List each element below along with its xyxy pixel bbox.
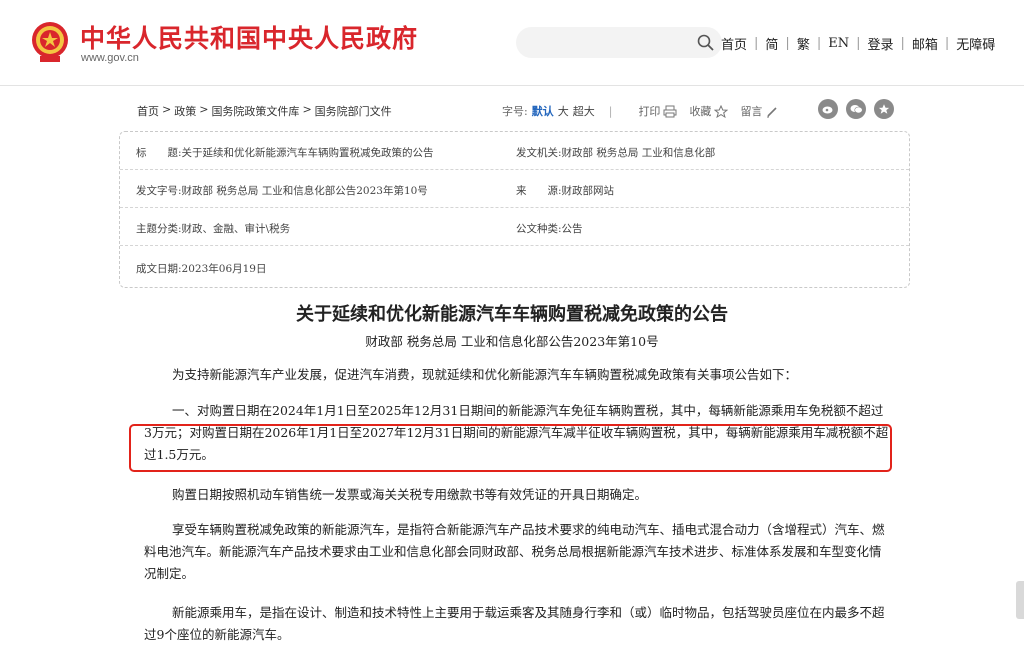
breadcrumb-home[interactable]: 首页 [137,103,159,119]
breadcrumb-library[interactable]: 国务院政策文件库 [211,103,299,119]
info-value: 财政部网站 [561,185,615,197]
share-buttons [818,99,894,119]
site-url: www.gov.cn [81,52,139,64]
weibo-share-icon[interactable] [818,99,838,119]
paragraph-text: 为支持新能源汽车产业发展，促进汽车消费，现就延续和优化新能源汽车车辆购置税减免政… [172,367,798,382]
article-paragraph: 购置日期按照机动车销售统一发票或海关关税专用缴款书等有效凭证的开具日期确定。 [144,484,890,506]
info-doc-number: 发文字号: 财政部 税务总局 工业和信息化部公告2023年第10号 [136,183,428,198]
nav-home[interactable]: 首页 [714,34,754,53]
print-button[interactable]: 打印 [638,103,677,119]
info-value: 财政部 税务总局 工业和信息化部公告2023年第10号 [181,185,428,197]
printer-icon [663,105,677,117]
font-size-default[interactable]: 默认 [532,103,554,119]
font-size-xlarge[interactable]: 超大 [573,103,595,119]
info-value: 关于延续和优化新能源汽车车辆购置税减免政策的公告 [181,147,434,159]
info-value: 财政部 税务总局 工业和信息化部 [561,147,716,159]
info-row: 成文日期: 2023年06月19日 [120,249,909,287]
info-value: 2023年06月19日 [181,263,267,275]
info-label: 来 源: [516,185,562,197]
article-subtitle: 财政部 税务总局 工业和信息化部公告2023年第10号 [365,334,659,349]
favorite-share-icon[interactable] [874,99,894,119]
info-label: 标 题: [136,147,182,159]
wechat-share-icon[interactable] [846,99,866,119]
breadcrumb: 首页 > 政策 > 国务院政策文件库 > 国务院部门文件 [137,103,392,119]
search-input[interactable] [516,27,722,58]
search-icon[interactable] [697,34,714,51]
site-title[interactable]: 中华人民共和国中央人民政府 [80,19,418,55]
breadcrumb-policy[interactable]: 政策 [174,103,196,119]
info-row: 主题分类: 财政、金融、审计\税务 公文种类: 公告 [120,208,909,246]
nav-mail[interactable]: 邮箱 [905,34,945,53]
info-issuer: 发文机关: 财政部 税务总局 工业和信息化部 [516,145,715,160]
tools-divider: | [608,104,613,118]
breadcrumb-separator: > [302,103,312,116]
favorite-button[interactable]: 收藏 [689,103,729,119]
star-icon [714,104,729,118]
comment-label: 留言 [740,105,763,118]
nav-english[interactable]: EN [821,36,856,51]
info-label: 主题分类: [136,223,182,235]
info-value: 财政、金融、审计\税务 [181,223,291,235]
top-nav: 首页 | 简 | 繁 | EN | 登录 | 邮箱 | 无障碍 [714,34,1002,53]
info-row: 发文字号: 财政部 税务总局 工业和信息化部公告2023年第10号 来 源: 财… [120,170,909,208]
nav-simplified[interactable]: 简 [758,34,785,53]
breadcrumb-dept-docs[interactable]: 国务院部门文件 [315,103,392,119]
info-label: 发文机关: [516,147,562,159]
article-tools: 字号: 默认 大 超大 | 打印 收藏 留言 [502,103,779,119]
info-doc-type: 公文种类: 公告 [516,221,583,236]
site-header: 中华人民共和国中央人民政府 www.gov.cn 首页 | 简 | 繁 | EN… [0,0,1024,86]
side-scroll-tab[interactable] [1016,581,1024,619]
article-paragraph: 新能源乘用车，是指在设计、制造和技术特性上主要用于载运乘客及其随身行李和（或）临… [144,602,890,646]
pencil-icon [767,106,778,117]
national-emblem-icon[interactable] [30,20,70,64]
print-label: 打印 [638,105,661,118]
document-info-table: 标 题: 关于延续和优化新能源汽车车辆购置税减免政策的公告 发文机关: 财政部 … [119,131,910,288]
nav-traditional[interactable]: 繁 [790,34,817,53]
info-source: 来 源: 财政部网站 [516,183,614,198]
info-date: 成文日期: 2023年06月19日 [136,261,267,276]
breadcrumb-separator: > [199,103,209,116]
article-paragraph: 享受车辆购置税减免政策的新能源汽车，是指符合新能源汽车产品技术要求的纯电动汽车、… [144,519,890,585]
highlight-annotation-box [129,424,892,472]
info-label: 成文日期: [136,263,182,275]
font-size-large[interactable]: 大 [558,103,569,119]
info-label: 公文种类: [516,223,562,235]
nav-accessibility[interactable]: 无障碍 [949,34,1002,53]
info-title: 标 题: 关于延续和优化新能源汽车车辆购置税减免政策的公告 [136,145,434,160]
paragraph-text: 新能源乘用车，是指在设计、制造和技术特性上主要用于载运乘客及其随身行李和（或）临… [144,605,885,642]
breadcrumb-separator: > [162,103,172,116]
info-value: 公告 [561,223,583,235]
paragraph-text: 享受车辆购置税减免政策的新能源汽车，是指符合新能源汽车产品技术要求的纯电动汽车、… [144,522,885,581]
favorite-label: 收藏 [689,105,712,118]
paragraph-text: 购置日期按照机动车销售统一发票或海关关税专用缴款书等有效凭证的开具日期确定。 [172,487,648,502]
info-topic: 主题分类: 财政、金融、审计\税务 [136,221,290,236]
article-paragraph: 为支持新能源汽车产业发展，促进汽车消费，现就延续和优化新能源汽车车辆购置税减免政… [144,364,890,386]
comment-button[interactable]: 留言 [740,103,779,119]
font-size-label: 字号: [502,105,528,118]
article-title: 关于延续和优化新能源汽车车辆购置税减免政策的公告 [296,304,728,325]
info-row: 标 题: 关于延续和优化新能源汽车车辆购置税减免政策的公告 发文机关: 财政部 … [120,132,909,170]
info-label: 发文字号: [136,185,182,197]
nav-login[interactable]: 登录 [860,34,900,53]
